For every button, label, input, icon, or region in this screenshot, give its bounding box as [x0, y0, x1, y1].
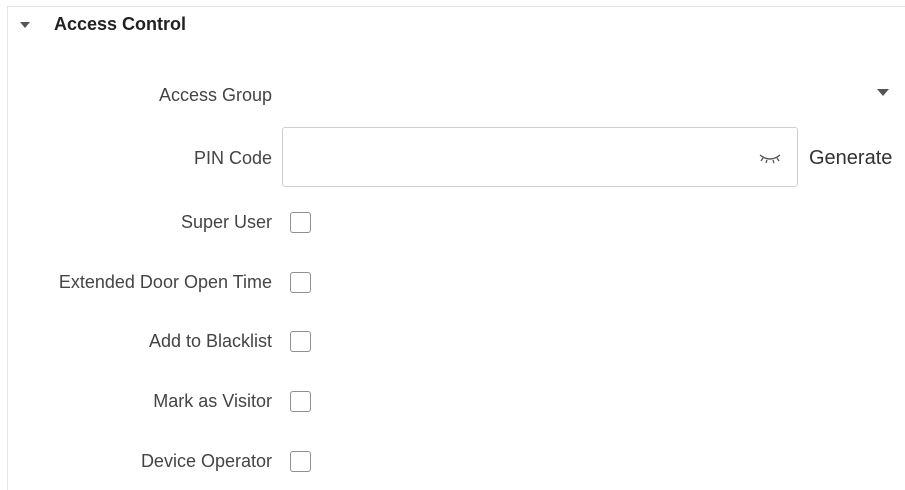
generate-pin-button[interactable]: Generate — [809, 147, 892, 170]
access-control-panel — [7, 6, 905, 490]
device-operator-label: Device Operator — [140, 451, 272, 471]
pin-code-label: PIN Code — [193, 148, 272, 168]
super-user-checkbox[interactable] — [290, 212, 311, 233]
mark-as-visitor-checkbox[interactable] — [290, 391, 311, 412]
caret-down-icon — [20, 21, 30, 28]
device-operator-checkbox[interactable] — [290, 451, 311, 472]
super-user-label: Super User — [180, 212, 272, 232]
extended-door-open-time-checkbox[interactable] — [290, 272, 311, 293]
pin-code-input[interactable] — [293, 128, 743, 186]
mark-as-visitor-label: Mark as Visitor — [153, 391, 272, 411]
add-to-blacklist-label: Add to Blacklist — [148, 331, 272, 351]
chevron-down-icon[interactable] — [877, 89, 889, 96]
section-title: Access Control — [54, 14, 187, 34]
pin-code-field[interactable] — [282, 127, 798, 187]
eye-closed-icon[interactable] — [757, 150, 783, 166]
access-group-label: Access Group — [158, 85, 272, 105]
add-to-blacklist-checkbox[interactable] — [290, 331, 311, 352]
access-group-select[interactable] — [283, 80, 895, 110]
extended-door-open-time-label: Extended Door Open Time — [58, 272, 272, 292]
access-control-section-toggle[interactable]: Access Control — [20, 14, 186, 35]
